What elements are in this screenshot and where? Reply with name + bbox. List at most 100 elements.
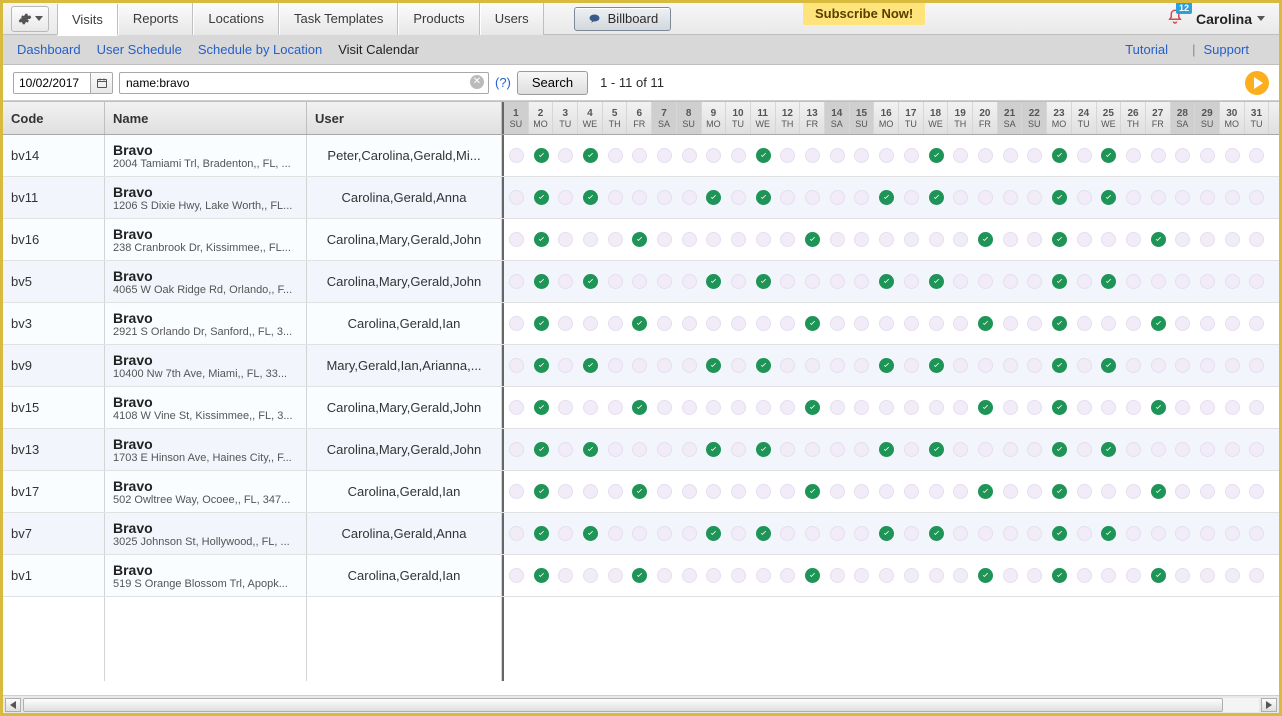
day-cell-empty[interactable] [825,513,850,554]
day-cell-empty[interactable] [850,555,875,596]
horizontal-scrollbar[interactable] [3,695,1279,713]
day-cell-empty[interactable] [1220,261,1245,302]
day-cell-checked[interactable] [627,555,652,596]
day-cell-checked[interactable] [973,387,998,428]
day-header[interactable]: 8SU [677,102,702,134]
day-cell-empty[interactable] [899,261,924,302]
day-cell-empty[interactable] [948,303,973,344]
day-cell-checked[interactable] [751,429,776,470]
day-cell-empty[interactable] [1245,471,1270,512]
day-cell-checked[interactable] [627,387,652,428]
day-cell-checked[interactable] [800,387,825,428]
day-cell-empty[interactable] [1022,471,1047,512]
day-cell-empty[interactable] [578,471,603,512]
day-cell-empty[interactable] [1072,345,1097,386]
day-cell-empty[interactable] [825,261,850,302]
day-cell-checked[interactable] [702,513,727,554]
day-cell-empty[interactable] [677,429,702,470]
day-cell-empty[interactable] [1121,261,1146,302]
day-cell-checked[interactable] [529,471,554,512]
day-cell-checked[interactable] [1047,177,1072,218]
day-cell-empty[interactable] [1220,345,1245,386]
day-cell-checked[interactable] [751,135,776,176]
day-header[interactable]: 14SA [825,102,850,134]
day-cell-checked[interactable] [751,261,776,302]
day-header[interactable]: 29SU [1195,102,1220,134]
day-cell-empty[interactable] [751,471,776,512]
day-cell-empty[interactable] [1195,219,1220,260]
day-cell-empty[interactable] [850,135,875,176]
day-cell-empty[interactable] [553,261,578,302]
day-header[interactable]: 21SA [998,102,1023,134]
day-cell-empty[interactable] [652,135,677,176]
day-cell-empty[interactable] [603,345,628,386]
day-cell-checked[interactable] [800,219,825,260]
day-cell-empty[interactable] [998,261,1023,302]
day-cell-checked[interactable] [874,345,899,386]
day-cell-empty[interactable] [998,345,1023,386]
day-header[interactable]: 13FR [800,102,825,134]
day-cell-empty[interactable] [1022,135,1047,176]
day-cell-empty[interactable] [726,429,751,470]
day-cell-empty[interactable] [677,219,702,260]
day-cell-empty[interactable] [751,387,776,428]
day-cell-checked[interactable] [702,345,727,386]
day-cell-empty[interactable] [776,471,801,512]
day-cell-checked[interactable] [529,261,554,302]
day-cell-empty[interactable] [899,471,924,512]
day-cell-checked[interactable] [1047,219,1072,260]
day-cell-empty[interactable] [603,261,628,302]
day-cell-empty[interactable] [578,303,603,344]
scroll-right-button[interactable] [1261,698,1277,712]
grid-body[interactable]: bv14Bravo2004 Tamiami Trl, Bradenton,, F… [3,135,1279,695]
day-cell-empty[interactable] [603,555,628,596]
day-cell-empty[interactable] [652,303,677,344]
day-cell-empty[interactable] [899,555,924,596]
day-cell-empty[interactable] [1245,303,1270,344]
day-cell-empty[interactable] [1072,471,1097,512]
day-cell-checked[interactable] [702,429,727,470]
day-cell-checked[interactable] [702,261,727,302]
day-cell-empty[interactable] [1245,261,1270,302]
day-cell-empty[interactable] [751,555,776,596]
day-cell-empty[interactable] [627,345,652,386]
day-cell-empty[interactable] [1171,261,1196,302]
tab-products[interactable]: Products [398,3,479,35]
day-cell-empty[interactable] [948,345,973,386]
day-cell-empty[interactable] [578,387,603,428]
day-cell-empty[interactable] [1121,471,1146,512]
table-row[interactable]: bv1Bravo519 S Orange Blossom Trl, Apopk.… [3,555,1279,597]
day-header[interactable]: 12TH [776,102,801,134]
day-cell-empty[interactable] [726,219,751,260]
day-cell-empty[interactable] [874,135,899,176]
day-cell-empty[interactable] [603,471,628,512]
day-header[interactable]: 1SU [504,102,529,134]
search-button[interactable]: Search [517,71,588,95]
day-cell-empty[interactable] [924,555,949,596]
day-header[interactable]: 16MO [874,102,899,134]
day-cell-empty[interactable] [998,177,1023,218]
day-cell-empty[interactable] [1022,513,1047,554]
day-cell-checked[interactable] [800,471,825,512]
day-cell-empty[interactable] [652,261,677,302]
day-cell-empty[interactable] [1121,555,1146,596]
day-cell-empty[interactable] [652,219,677,260]
day-cell-checked[interactable] [529,135,554,176]
tab-locations[interactable]: Locations [193,3,279,35]
day-cell-empty[interactable] [1195,261,1220,302]
day-cell-empty[interactable] [726,471,751,512]
day-cell-checked[interactable] [1097,177,1122,218]
day-cell-checked[interactable] [1047,261,1072,302]
day-cell-checked[interactable] [973,303,998,344]
day-cell-empty[interactable] [1195,303,1220,344]
day-cell-empty[interactable] [726,261,751,302]
day-cell-empty[interactable] [751,303,776,344]
header-code[interactable]: Code [3,102,105,134]
day-cell-empty[interactable] [1245,345,1270,386]
day-cell-checked[interactable] [529,177,554,218]
day-cell-empty[interactable] [1121,429,1146,470]
day-cell-empty[interactable] [1022,429,1047,470]
day-cell-empty[interactable] [899,219,924,260]
subscribe-banner[interactable]: Subscribe Now! [803,3,925,25]
table-row[interactable]: bv15Bravo4108 W Vine St, Kissimmee,, FL,… [3,387,1279,429]
